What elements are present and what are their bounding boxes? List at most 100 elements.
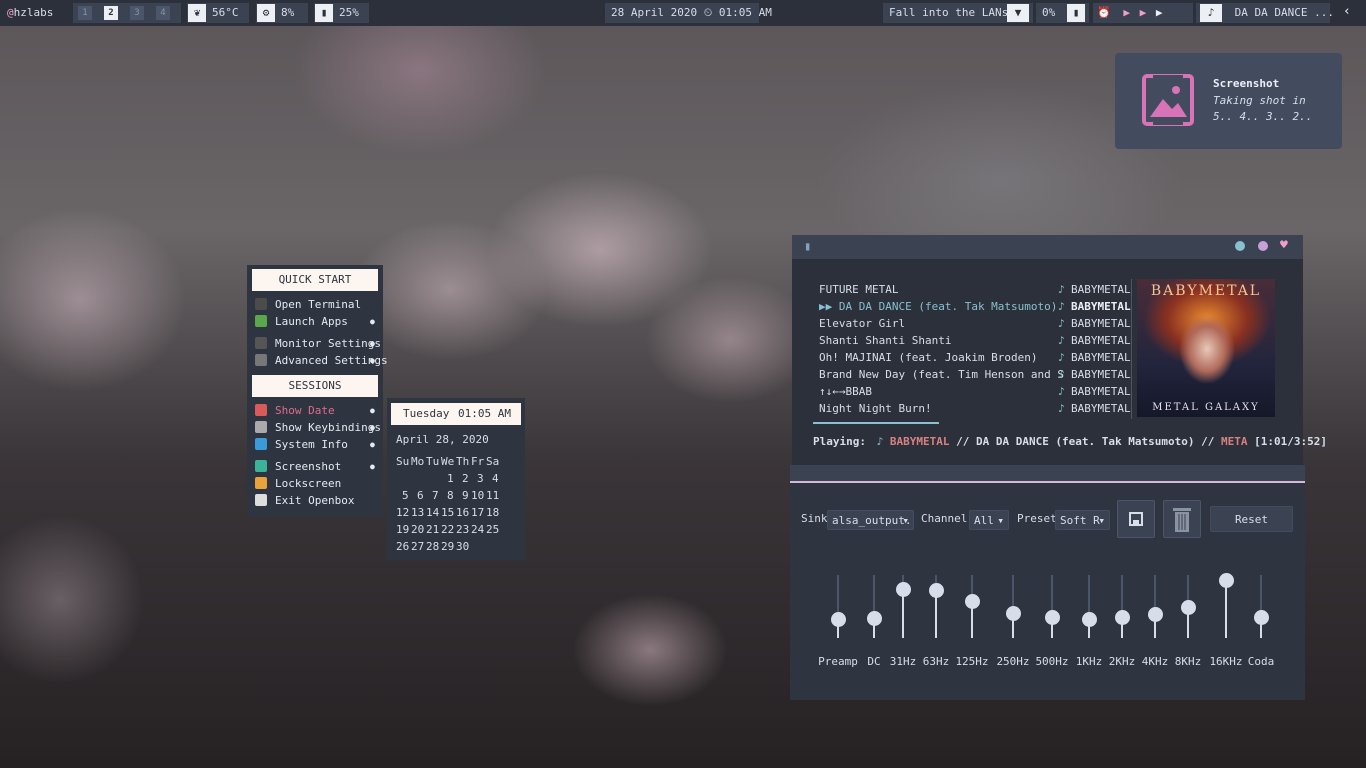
calendar-day-cell[interactable]: 7	[432, 489, 439, 502]
album-cover[interactable]: BABYMETAL METAL GALAXY	[1137, 279, 1275, 417]
playlist-row[interactable]: ▶▶ DA DA DANCE (feat. Tak Matsumoto) ♪ BAB…	[792, 300, 1131, 317]
playlist-row[interactable]: Brand New Day (feat. Tim Henson and S ♪ BA…	[792, 368, 1131, 385]
calendar-day-cell[interactable]: 12	[396, 506, 409, 519]
network-widget[interactable]: Fall into the LANs ▼	[883, 3, 1033, 23]
calendar-day-cell[interactable]: 23	[456, 523, 469, 536]
eq-slider-knob[interactable]	[1045, 610, 1060, 626]
eq-slider-knob[interactable]	[896, 582, 911, 598]
calendar-day-cell[interactable]: 2	[462, 472, 469, 485]
bookmark-icon[interactable]: ▮	[804, 239, 811, 253]
play-pause-icon[interactable]: ▶	[1140, 6, 1147, 19]
channel-dropdown[interactable]: All ▾	[969, 510, 1009, 530]
calendar-day-cell[interactable]: 17	[471, 506, 484, 519]
eq-slider-knob[interactable]	[965, 594, 980, 610]
screenshot-notification[interactable]: Screenshot Taking shot in 5.. 4.. 3.. 2.…	[1115, 53, 1342, 149]
workspace-2[interactable]: 2	[104, 6, 118, 20]
calendar-day-cell[interactable]: 24	[471, 523, 484, 536]
user-widget[interactable]: @hzlabs	[3, 3, 58, 23]
temperature-widget[interactable]: ❦ 56°C	[187, 3, 249, 23]
calendar-day-cell[interactable]: 25	[486, 523, 499, 536]
clock-widget[interactable]: 28 April 2020 ⏲ 01:05 AM	[605, 3, 772, 23]
playlist-row[interactable]: ↑↓←→BBAB ♪ BABYMETAL	[792, 385, 1131, 402]
eq-slider-knob[interactable]	[831, 612, 846, 628]
menu-item-launch-apps[interactable]: Launch Apps ●	[255, 314, 375, 330]
memory-widget[interactable]: ▮ 25%	[314, 3, 369, 23]
calendar-day-cell[interactable]: 5	[402, 489, 409, 502]
prev-track-icon[interactable]: ▶	[1123, 6, 1130, 19]
calendar-day-cell[interactable]: 21	[426, 523, 439, 536]
notification-body: Taking shot in 5.. 4.. 3.. 2..	[1213, 94, 1313, 123]
track-title: ▶▶ DA DA DANCE (feat. Tak Matsumoto)	[819, 300, 1058, 313]
calendar-day-cell[interactable]: 30	[456, 540, 469, 553]
calendar-day-cell[interactable]: 11	[486, 489, 499, 502]
calendar-day-cell[interactable]: 22	[441, 523, 454, 536]
menu-item-system-info[interactable]: System Info ●	[255, 437, 375, 453]
menu-item-monitor-settings[interactable]: Monitor Settings ●	[255, 336, 381, 352]
eq-slider-knob[interactable]	[867, 610, 882, 626]
alarm-icon[interactable]: ⏰	[1097, 6, 1111, 19]
menu-item-exit-openbox[interactable]: Exit Openbox	[255, 493, 354, 509]
calendar-day-cell[interactable]: 27	[411, 540, 424, 553]
workspace-3[interactable]: 3	[130, 6, 144, 20]
calendar-day-cell[interactable]: 14	[426, 506, 439, 519]
playlist-row[interactable]: Night Night Burn! ♪ BABYMETAL	[792, 402, 1131, 419]
eq-slider-knob[interactable]	[1254, 610, 1269, 626]
eq-slider-knob[interactable]	[1219, 573, 1234, 589]
eq-slider-knob[interactable]	[1006, 605, 1021, 621]
now-playing-widget[interactable]: ♪ DA DA DANCE ...	[1196, 3, 1334, 23]
playlist-row[interactable]: Elevator Girl ♪ BABYMETAL	[792, 317, 1131, 334]
calendar-day-cell[interactable]: 20	[411, 523, 424, 536]
menu-item-show-keybindings[interactable]: Show Keybindings ●	[255, 420, 381, 436]
workspace-1[interactable]: 1	[78, 6, 92, 20]
trash-icon	[1173, 508, 1191, 532]
delete-button[interactable]	[1163, 500, 1201, 538]
eq-slider-knob[interactable]	[929, 583, 944, 599]
chevron-left-icon[interactable]: ‹	[1343, 4, 1351, 19]
next-track-icon[interactable]: ▶	[1156, 6, 1163, 19]
eq-slider-knob[interactable]	[1181, 599, 1196, 615]
reset-button[interactable]: Reset	[1210, 506, 1293, 532]
calendar-day-cell[interactable]: 18	[486, 506, 499, 519]
heart-icon[interactable]: ♥	[1280, 238, 1288, 253]
calendar-day-cell[interactable]: 15	[441, 506, 454, 519]
menu-item-advanced-settings[interactable]: Advanced Settings ●	[255, 353, 388, 369]
menu-item-lockscreen[interactable]: Lockscreen	[255, 476, 341, 492]
info-icon	[255, 438, 267, 450]
eq-slider-knob[interactable]	[1082, 612, 1097, 628]
track-title: ↑↓←→BBAB	[819, 385, 872, 398]
maximize-dot-icon[interactable]	[1258, 241, 1268, 251]
save-button[interactable]	[1117, 500, 1155, 538]
sink-dropdown[interactable]: alsa_output. ▾	[827, 510, 914, 530]
menu-item-show-date[interactable]: Show Date ●	[255, 403, 375, 419]
calendar-day-cell[interactable]: 19	[396, 523, 409, 536]
calendar-day-cell[interactable]: 4	[492, 472, 499, 485]
workspace-4[interactable]: 4	[156, 6, 170, 20]
calendar-day-cell[interactable]: 29	[441, 540, 454, 553]
calendar-day-cell[interactable]: 6	[417, 489, 424, 502]
eq-slider-knob[interactable]	[1148, 607, 1163, 623]
eq-slider-knob[interactable]	[1115, 610, 1130, 626]
calendar-day-cell[interactable]: 9	[462, 489, 469, 502]
calendar-day-cell[interactable]: 1	[447, 472, 454, 485]
preset-dropdown[interactable]: Soft R ▾	[1055, 510, 1110, 530]
top-panel: @hzlabs 1234 ❦ 56°C ⚙ 8% ▮ 25% 28 April 202…	[0, 0, 1366, 26]
calendar-day-cell[interactable]: 16	[456, 506, 469, 519]
playlist-row[interactable]: FUTURE METAL ♪ BABYMETAL	[792, 283, 1131, 300]
calendar-day-cell[interactable]: 10	[471, 489, 484, 502]
cpu-widget[interactable]: ⚙ 8%	[256, 3, 308, 23]
track-artist: BABYMETAL	[1071, 402, 1131, 415]
menu-item-open-terminal[interactable]: Open Terminal	[255, 297, 361, 313]
playlist-row[interactable]: Shanti Shanti Shanti ♪ BABYMETAL	[792, 334, 1131, 351]
calendar-day-cell[interactable]: 26	[396, 540, 409, 553]
volume-widget[interactable]: 0% ▮	[1036, 3, 1089, 23]
playlist-row[interactable]: Oh! MAJINAI (feat. Joakim Broden) ♪ BABYME…	[792, 351, 1131, 368]
minimize-dot-icon[interactable]	[1235, 241, 1245, 251]
calendar-day-cell[interactable]: 3	[477, 472, 484, 485]
now-playing-status: Playing: ♪ BABYMETAL // DA DA DANCE (fea…	[813, 435, 1327, 448]
calendar-day-cell[interactable]: 8	[447, 489, 454, 502]
menu-item-screenshot[interactable]: Screenshot ●	[255, 459, 375, 475]
notification-widget[interactable]: ⏰ ▶ ▶ ▶	[1093, 3, 1193, 23]
calendar-today[interactable]: 28	[426, 540, 439, 553]
cpu-value: 8%	[281, 6, 295, 19]
calendar-day-cell[interactable]: 13	[411, 506, 424, 519]
